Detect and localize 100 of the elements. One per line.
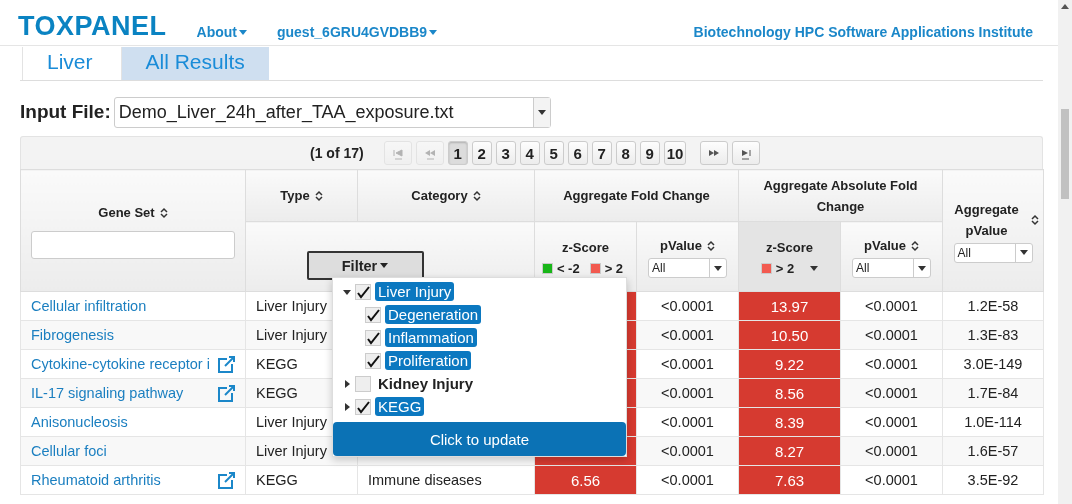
first-page-icon <box>391 146 404 160</box>
column-header[interactable]: Aggregate pValue <box>947 198 1039 241</box>
external-link-icon <box>217 471 235 489</box>
column-header[interactable]: pValue <box>660 235 715 256</box>
gene-set-link[interactable]: Fibrogenesis <box>31 327 114 343</box>
expand-arrow-icon[interactable] <box>343 287 351 296</box>
external-link-icon <box>217 355 235 373</box>
expand-arrow-icon[interactable] <box>343 379 351 388</box>
menu-link[interactable]: guest_6GRU4GVDBB9 <box>276 24 438 40</box>
table-cell: <0.0001 <box>840 320 943 350</box>
column-header: Aggregate Fold Change <box>563 187 710 205</box>
field-label: Input File: <box>20 101 111 123</box>
column-header[interactable]: Gene Set <box>98 202 168 223</box>
caret-icon <box>537 109 546 115</box>
caret-icon <box>714 265 722 271</box>
legend-label: > 2 <box>604 261 624 276</box>
table-cell: <0.0001 <box>840 407 943 437</box>
column-header[interactable]: Category <box>411 185 481 206</box>
caret-icon <box>238 29 247 35</box>
legend-label: < -2 <box>556 261 580 276</box>
filter-option[interactable]: KEGG <box>375 397 425 416</box>
column-header: z-Score <box>766 239 813 257</box>
column-header[interactable]: Type <box>280 185 323 206</box>
score-value: 8.27 <box>774 442 805 460</box>
sort-icon <box>706 239 715 252</box>
caret-icon <box>918 265 926 271</box>
menu-link[interactable]: About <box>196 24 247 40</box>
checkbox[interactable] <box>365 352 381 369</box>
table-cell: 3.0E-149 <box>942 349 1044 379</box>
page-button[interactable]: 4 <box>519 141 540 165</box>
select-field[interactable]: All <box>852 258 931 278</box>
page-button[interactable]: 1 <box>447 141 468 165</box>
filter-option[interactable]: Degeneration <box>385 305 482 324</box>
select-field[interactable]: All <box>953 242 1033 263</box>
next-page-button[interactable] <box>700 141 729 165</box>
table-cell: <0.0001 <box>636 436 739 466</box>
expand-arrow-icon[interactable] <box>343 402 351 411</box>
filter-option[interactable]: Proliferation <box>385 351 472 370</box>
last-page-button[interactable] <box>732 141 761 165</box>
checkbox[interactable] <box>355 398 371 415</box>
score-value: 6.56 <box>570 471 601 489</box>
table-cell: 1.7E-84 <box>942 378 1044 408</box>
page-summary: (1 of 17) <box>310 145 364 161</box>
page-button[interactable]: 7 <box>591 141 612 165</box>
external-link-icon <box>217 384 235 402</box>
scrollbar[interactable] <box>1058 0 1072 504</box>
institute-link[interactable]: Biotechnology HPC Software Applications Institute <box>693 24 1033 40</box>
table-cell: <0.0001 <box>636 407 739 437</box>
page-button[interactable]: 9 <box>639 141 660 165</box>
legend-label: > 2 <box>775 261 795 276</box>
score-value: 10.50 <box>770 326 809 344</box>
filter-option[interactable]: Inflammation <box>385 328 477 347</box>
score-value: 13.97 <box>770 297 809 315</box>
table-cell: 1.3E-83 <box>942 320 1044 350</box>
table-cell: <0.0001 <box>840 436 943 466</box>
page-button[interactable]: 2 <box>471 141 492 165</box>
sort-icon <box>314 189 323 202</box>
table-cell: <0.0001 <box>636 349 739 379</box>
search-field[interactable] <box>31 231 235 259</box>
checkbox[interactable] <box>355 283 371 300</box>
table-cell: KEGG <box>245 465 358 495</box>
page-button[interactable]: 6 <box>567 141 588 165</box>
checkbox[interactable] <box>365 306 381 323</box>
score-value: 8.56 <box>774 384 805 402</box>
score-value: 9.22 <box>774 355 805 373</box>
sort-icon <box>910 239 919 252</box>
page-button[interactable]: 5 <box>543 141 564 165</box>
table-cell: <0.0001 <box>840 349 943 379</box>
sort-icon <box>472 189 481 202</box>
table-cell: 1.0E-114 <box>942 407 1044 437</box>
caret-icon <box>380 263 389 268</box>
column-header[interactable]: pValue <box>864 235 919 256</box>
tab[interactable]: Liver <box>22 47 117 80</box>
table-cell: 1.2E-58 <box>942 291 1044 321</box>
update-button[interactable]: Click to update <box>333 422 626 456</box>
table-cell: <0.0001 <box>636 320 739 350</box>
table-cell: <0.0001 <box>636 378 739 408</box>
select-field[interactable]: All <box>648 258 727 278</box>
column-header-cell[interactable]: z-Score > 2 <box>738 221 841 292</box>
table-cell: <0.0001 <box>636 291 739 321</box>
table-cell: 1.6E-57 <box>942 436 1044 466</box>
caret-icon <box>810 266 819 271</box>
app-logo[interactable]: TOXPANEL <box>18 13 167 40</box>
caret-icon <box>1019 250 1028 255</box>
table-cell: Immune diseases <box>357 465 535 495</box>
page-button[interactable]: 3 <box>495 141 516 165</box>
checkbox[interactable] <box>365 329 381 346</box>
filter-option[interactable]: Liver Injury <box>375 282 455 301</box>
table-cell: <0.0001 <box>840 465 943 495</box>
score-value: 7.63 <box>774 471 805 489</box>
score-value: 8.39 <box>774 413 805 431</box>
page-button[interactable]: 10 <box>663 141 687 165</box>
caret-icon <box>429 29 438 35</box>
file-select[interactable]: Demo_Liver_24h_after_TAA_exposure.txt <box>113 96 551 128</box>
gene-set-link[interactable]: Cellular foci <box>31 443 107 459</box>
table-cell: <0.0001 <box>840 291 943 321</box>
page-button[interactable]: 8 <box>615 141 636 165</box>
checkbox[interactable] <box>355 375 371 392</box>
column-header: Aggregate Absolute Fold Change <box>762 176 919 216</box>
table-cell: 3.5E-92 <box>942 465 1044 495</box>
